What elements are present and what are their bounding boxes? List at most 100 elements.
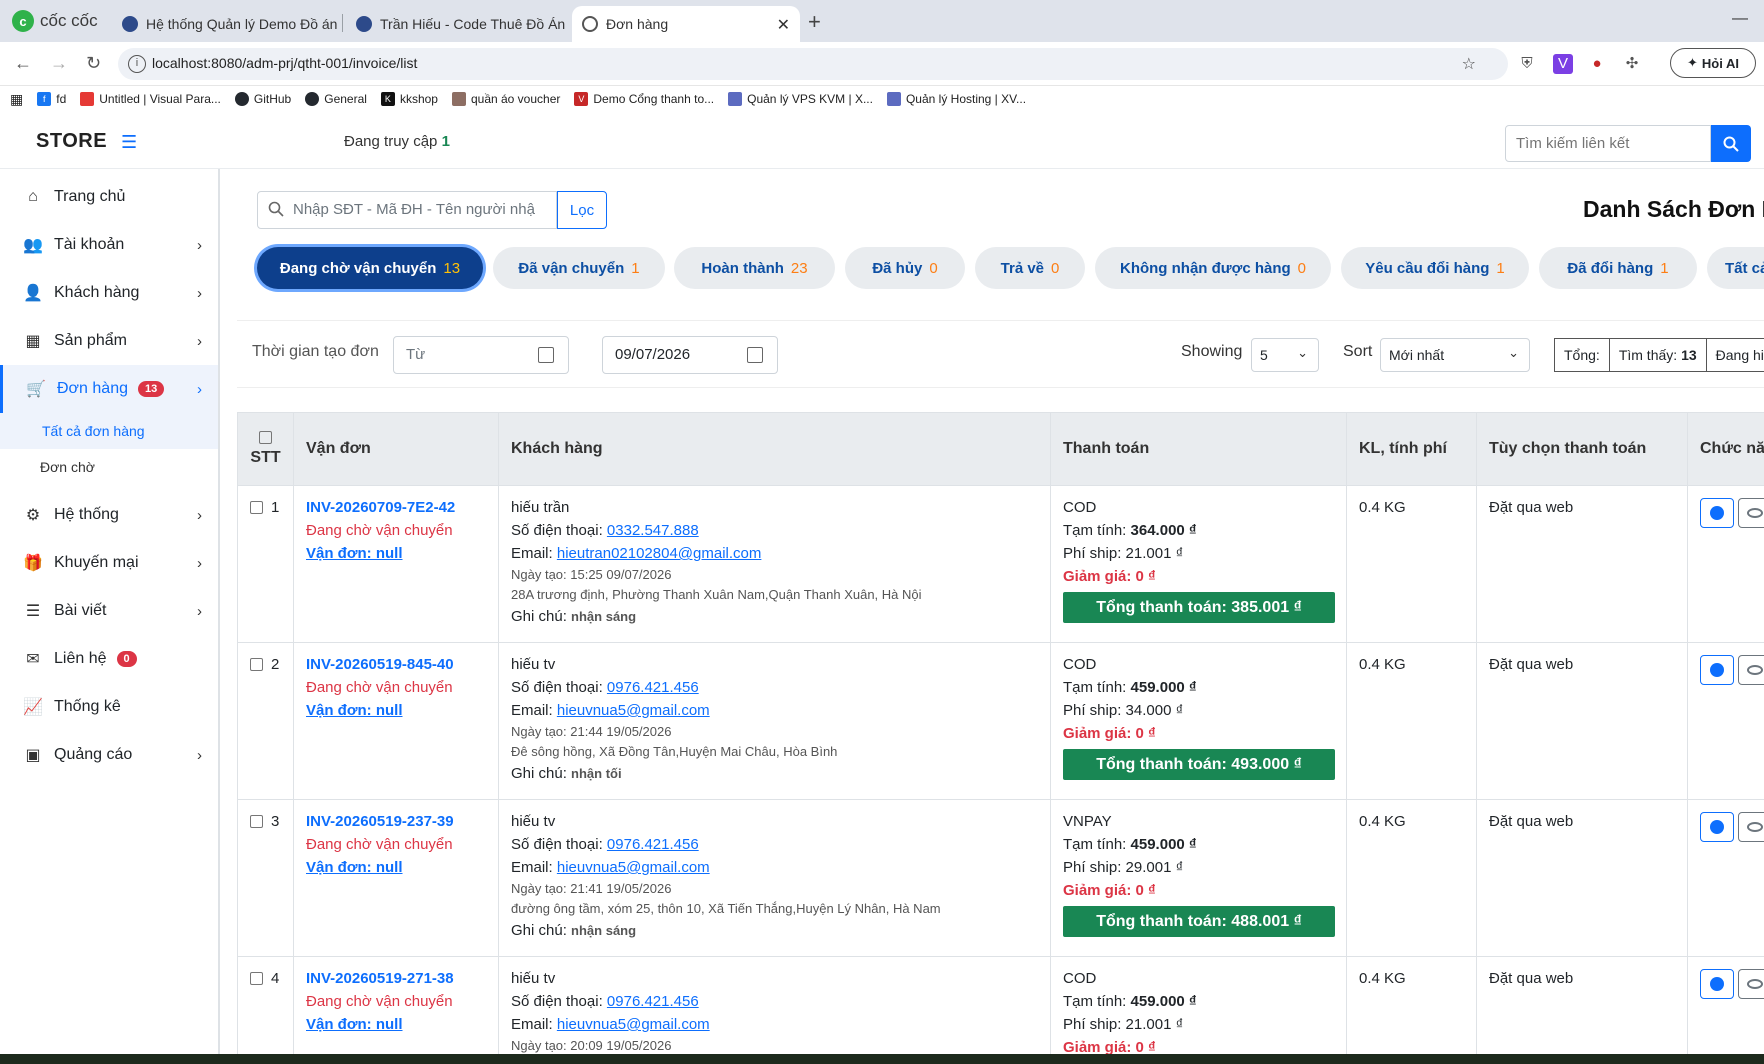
sidebar-item-san-pham[interactable]: ▦ Sản phẩm › (0, 317, 218, 365)
tab-yeu-cau-doi-hang[interactable]: Yêu cầu đổi hàng 1 (1341, 247, 1529, 289)
tab-tra-ve[interactable]: Trả về 0 (975, 247, 1085, 289)
tab-dang-cho-van-chuyen[interactable]: Đang chờ vận chuyển 13 (257, 247, 483, 289)
sidebar-item-trang-chu[interactable]: ⌂ Trang chủ (0, 173, 218, 221)
sidebar-item-khach-hang[interactable]: 👤 Khách hàng › (0, 269, 218, 317)
row-checkbox[interactable] (250, 815, 263, 828)
bookmark-star-icon[interactable]: ☆ (1462, 54, 1476, 74)
bookmark-item[interactable]: quần áo voucher (451, 92, 560, 106)
date-from-input[interactable]: Từ (393, 336, 569, 374)
back-arrow-icon[interactable]: ← (14, 53, 32, 74)
sidebar-item-bai-viet[interactable]: ☰ Bài viết › (0, 587, 218, 635)
order-search-input[interactable]: Nhập SĐT - Mã ĐH - Tên người nhậ (257, 191, 557, 229)
header-search-button[interactable] (1711, 125, 1751, 162)
view-button[interactable] (1738, 655, 1764, 685)
date-to-input[interactable]: 09/07/2026 (602, 336, 778, 374)
customer-email-link[interactable]: hieuvnua5@gmail.com (557, 702, 710, 719)
url-field[interactable]: i localhost:8080/adm-prj/qtht-001/invoic… (118, 48, 1508, 80)
bookmark-item[interactable]: V Demo Cổng thanh to... (574, 92, 714, 106)
history-button[interactable] (1700, 498, 1734, 528)
shield-extension-icon[interactable]: ⛨ (1517, 54, 1537, 74)
reload-icon[interactable]: ↻ (86, 53, 101, 74)
calendar-icon[interactable] (747, 347, 763, 363)
bookmark-item[interactable]: Untitled | Visual Para... (80, 92, 221, 106)
site-info-icon[interactable]: i (128, 55, 146, 73)
browser-brand: c cốc cốc (12, 10, 98, 32)
hoi-ai-button[interactable]: ✦ Hỏi AI (1670, 48, 1756, 78)
bookmark-item[interactable]: Quản lý Hosting | XV... (886, 92, 1026, 106)
customer-email-link[interactable]: hieutran02102804@gmail.com (557, 545, 762, 562)
tracking-link[interactable]: Vận đơn: null (306, 1013, 486, 1036)
history-button[interactable] (1700, 655, 1734, 685)
sidebar-subitem-tat-ca-don-hang[interactable]: Tất cả đơn hàng (0, 413, 218, 449)
bookmark-item[interactable]: Quản lý VPS KVM | X... (728, 92, 873, 106)
history-button[interactable] (1700, 969, 1734, 999)
sidebar-item-quang-cao[interactable]: ▣ Quảng cáo › (0, 731, 218, 779)
sidebar-item-don-hang[interactable]: 🛒 Đơn hàng 13 › (0, 365, 218, 413)
hamburger-menu-icon[interactable]: ☰ (121, 132, 137, 153)
customer-email-link[interactable]: hieuvnua5@gmail.com (557, 859, 710, 876)
row-checkbox[interactable] (250, 658, 263, 671)
window-minimize-icon[interactable]: — (1732, 10, 1748, 28)
filter-button[interactable]: Lọc (557, 191, 607, 229)
bookmark-label: kkshop (399, 92, 438, 106)
customer-phone-line: Số điện thoại: 0976.421.456 (511, 676, 1038, 699)
tab-da-doi-hang[interactable]: Đã đổi hàng 1 (1539, 247, 1697, 289)
select-all-checkbox[interactable] (259, 431, 272, 444)
bookmark-item[interactable]: Kkkshop (380, 92, 438, 106)
store-logo[interactable]: STORE (36, 130, 107, 153)
cell-van-don: INV-20260519-271-38 Đang chờ vận chuyển … (293, 956, 499, 1054)
bookmark-item[interactable]: GitHub (234, 92, 291, 106)
tab-tran-hieu[interactable]: Trần Hiếu - Code Thuê Đồ Án - J (346, 6, 566, 42)
tracking-link[interactable]: Vận đơn: null (306, 856, 486, 879)
invoice-id-link[interactable]: INV-20260519-845-40 (306, 653, 486, 676)
tab-khong-nhan-duoc-hang[interactable]: Không nhận được hàng 0 (1095, 247, 1331, 289)
tab-don-hang-active[interactable]: Đơn hàng ✕ (572, 6, 800, 42)
row-checkbox[interactable] (250, 501, 263, 514)
invoice-id-link[interactable]: INV-20260519-237-39 (306, 810, 486, 833)
customer-phone-link[interactable]: 0976.421.456 (607, 679, 699, 696)
tab-da-huy[interactable]: Đã hủy 0 (845, 247, 965, 289)
tab-hoan-thanh[interactable]: Hoàn thành 23 (674, 247, 835, 289)
tracking-link[interactable]: Vận đơn: null (306, 542, 486, 565)
view-button[interactable] (1738, 812, 1764, 842)
sidebar-item-tai-khoan[interactable]: 👥 Tài khoản › (0, 221, 218, 269)
tracking-link[interactable]: Vận đơn: null (306, 699, 486, 722)
tab-tat-ca[interactable]: Tất cả (1707, 247, 1764, 289)
sidebar-item-he-thong[interactable]: ⚙ Hệ thống › (0, 491, 218, 539)
customer-email-link[interactable]: hieuvnua5@gmail.com (557, 1016, 710, 1033)
view-button[interactable] (1738, 969, 1764, 999)
sidebar-item-lien-he[interactable]: ✉ Liên hệ 0 (0, 635, 218, 683)
tab-demo-do-an[interactable]: Hệ thống Quản lý Demo Đồ án (112, 6, 340, 42)
apps-grid-icon[interactable]: ▦ (10, 91, 23, 108)
new-tab-icon[interactable]: + (808, 9, 821, 35)
bookmark-item[interactable]: General (305, 92, 367, 106)
close-tab-icon[interactable]: ✕ (777, 15, 790, 35)
sort-select[interactable]: Mới nhất ⌄ (1380, 338, 1530, 372)
vimeo-extension-icon[interactable]: V (1553, 54, 1573, 74)
calendar-icon[interactable] (538, 347, 554, 363)
sidebar-subitem-don-cho[interactable]: Đơn chờ (0, 449, 218, 485)
customer-phone-link[interactable]: 0976.421.456 (607, 993, 699, 1010)
showing-select[interactable]: 5 ⌄ (1251, 338, 1319, 372)
link-search-input[interactable] (1505, 125, 1711, 162)
sidebar-item-thong-ke[interactable]: 📈 Thống kê (0, 683, 218, 731)
invoice-id-link[interactable]: INV-20260519-271-38 (306, 967, 486, 990)
customer-email-line: Email: hieuvnua5@gmail.com (511, 1013, 1038, 1036)
row-checkbox[interactable] (250, 972, 263, 985)
customer-phone-link[interactable]: 0976.421.456 (607, 836, 699, 853)
note-label: Ghi chú: (511, 765, 567, 782)
sidebar-item-khuyen-mai[interactable]: 🎁 Khuyến mại › (0, 539, 218, 587)
history-button[interactable] (1700, 812, 1734, 842)
cell-actions (1687, 799, 1764, 957)
extension-icon[interactable]: ● (1587, 54, 1607, 74)
total-payment-badge: Tổng thanh toán: 493.000 ₫ (1063, 749, 1335, 780)
bookmark-item[interactable]: f fd (37, 92, 66, 106)
invoice-id-link[interactable]: INV-20260709-7E2-42 (306, 496, 486, 519)
forward-arrow-icon[interactable]: → (50, 53, 68, 74)
status-tab-count: 0 (929, 259, 938, 277)
customer-phone-link[interactable]: 0332.547.888 (607, 522, 699, 539)
tab-da-van-chuyen[interactable]: Đã vận chuyển 1 (493, 247, 665, 289)
view-button[interactable] (1738, 498, 1764, 528)
puzzle-extensions-icon[interactable]: ✣ (1622, 54, 1642, 74)
customers-icon: 👤 (23, 285, 43, 302)
